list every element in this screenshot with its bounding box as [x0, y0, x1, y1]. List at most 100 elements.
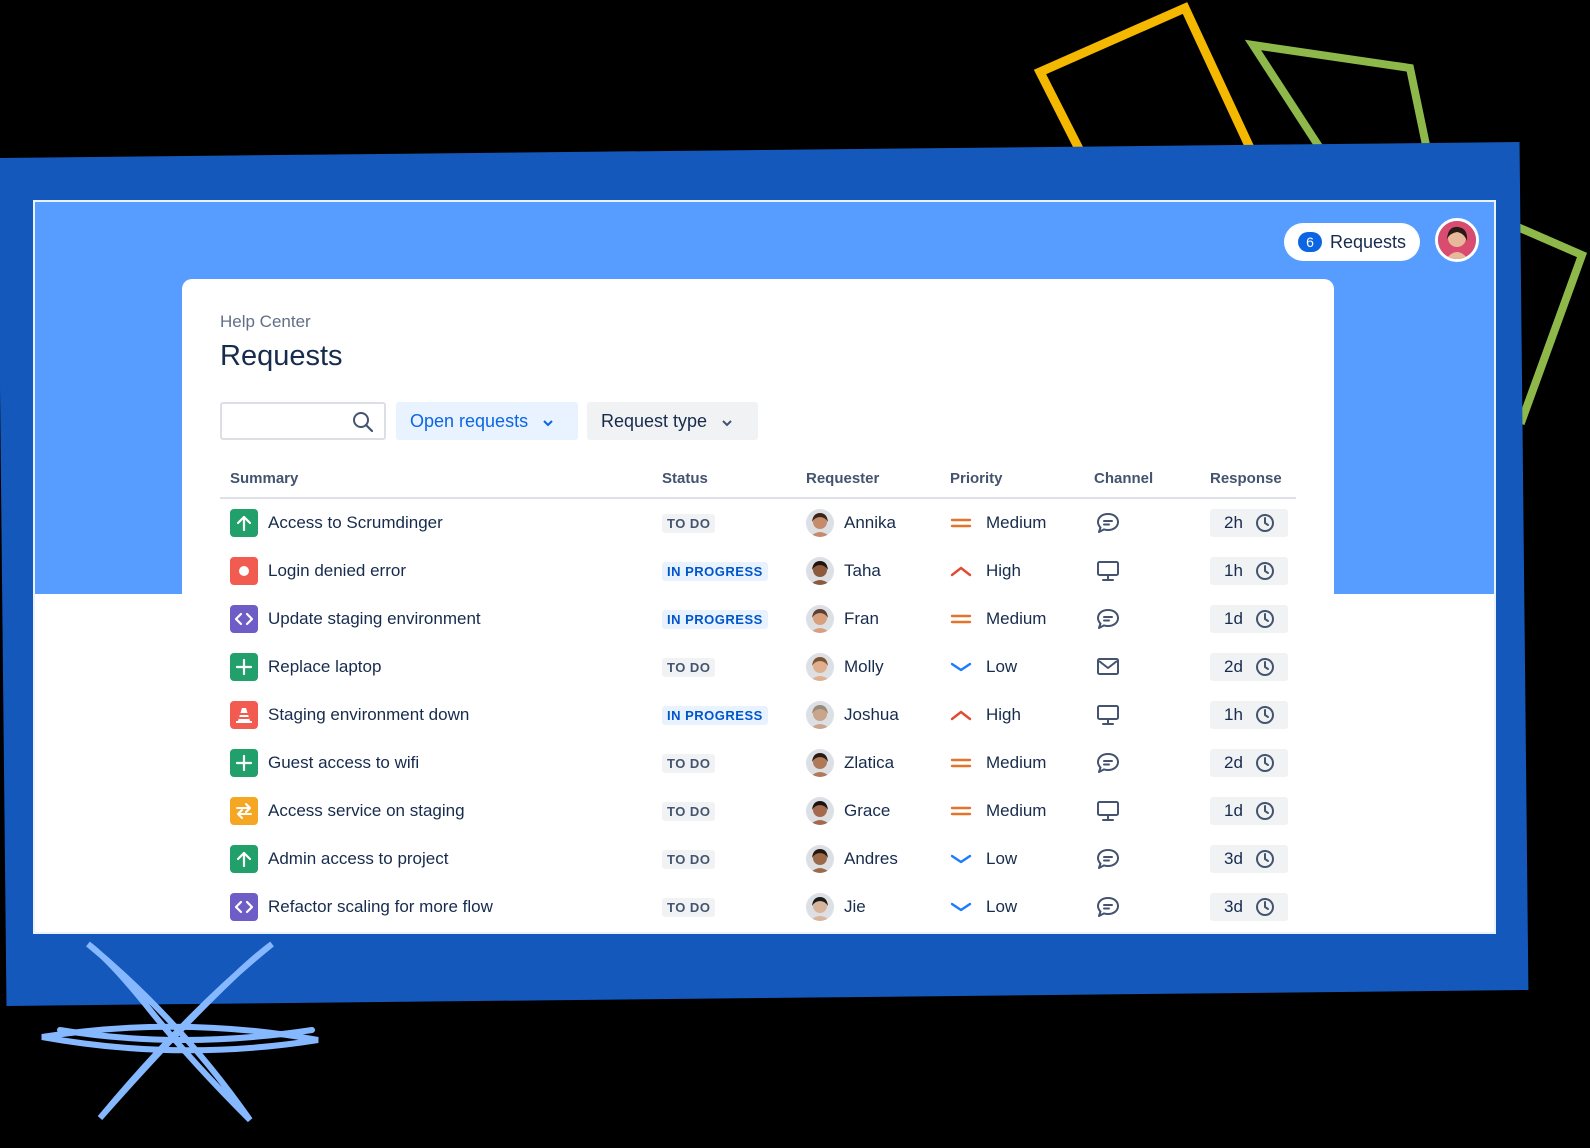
- response-cell: 3d: [1210, 835, 1288, 883]
- status-badge: TO DO: [662, 849, 716, 869]
- status-badge: IN PROGRESS: [662, 609, 768, 629]
- code-icon: [230, 893, 258, 921]
- clock-icon: [1255, 849, 1275, 869]
- status-cell: IN PROGRESS: [662, 595, 768, 643]
- requester-cell: Annika: [806, 499, 896, 547]
- summary-cell[interactable]: Admin access to project: [230, 835, 448, 883]
- request-summary[interactable]: Login denied error: [268, 561, 406, 581]
- table-row[interactable]: Update staging environment IN PROGRESS F…: [220, 595, 1296, 643]
- summary-cell[interactable]: Replace laptop: [230, 643, 381, 691]
- response-badge: 1d: [1210, 797, 1288, 825]
- column-response[interactable]: Response: [1210, 470, 1282, 487]
- request-summary[interactable]: Replace laptop: [268, 657, 381, 677]
- summary-cell[interactable]: Update staging environment: [230, 595, 481, 643]
- priority-cell: Low: [950, 835, 1017, 883]
- request-type-dropdown[interactable]: Request type: [587, 402, 758, 440]
- chat-icon: [1096, 512, 1120, 534]
- avatar: [806, 893, 834, 921]
- request-summary[interactable]: Guest access to wifi: [268, 753, 419, 773]
- summary-cell[interactable]: Staging environment down: [230, 691, 469, 739]
- requester-name: Taha: [844, 561, 881, 580]
- table-row[interactable]: Admin access to project TO DO Andres Low…: [220, 835, 1296, 883]
- requester-cell: Andres: [806, 835, 898, 883]
- requests-count-badge: 6: [1298, 232, 1322, 252]
- response-cell: 1h: [1210, 547, 1288, 595]
- summary-cell[interactable]: Guest access to wifi: [230, 739, 419, 787]
- requester-name: Fran: [844, 609, 879, 628]
- priority-cell: Medium: [950, 739, 1046, 787]
- summary-cell[interactable]: Access service on staging: [230, 787, 465, 835]
- channel-cell: [1096, 547, 1120, 595]
- table-row[interactable]: Staging environment down IN PROGRESS Jos…: [220, 691, 1296, 739]
- priority-low-icon: [950, 659, 972, 675]
- chat-icon: [1096, 896, 1120, 918]
- response-cell: 2d: [1210, 643, 1288, 691]
- table-row[interactable]: Access service on staging TO DO Grace Me…: [220, 787, 1296, 835]
- response-time: 2h: [1224, 513, 1243, 532]
- requester-name: Andres: [844, 849, 898, 868]
- summary-cell[interactable]: Login denied error: [230, 547, 406, 595]
- swap-icon: [230, 797, 258, 825]
- column-channel[interactable]: Channel: [1094, 470, 1153, 487]
- breadcrumb[interactable]: Help Center: [220, 312, 311, 332]
- request-summary[interactable]: Staging environment down: [268, 705, 469, 725]
- channel-cell: [1096, 835, 1120, 883]
- monitor-icon: [1096, 704, 1120, 726]
- summary-cell[interactable]: Refactor scaling for more flow: [230, 883, 493, 931]
- request-summary[interactable]: Access service on staging: [268, 801, 465, 821]
- table-row[interactable]: Replace laptop TO DO Molly Low 2d: [220, 643, 1296, 691]
- plus-icon: [230, 749, 258, 777]
- requests-label: Requests: [1329, 231, 1406, 252]
- channel-cell: [1096, 499, 1120, 547]
- avatar: [806, 701, 834, 729]
- response-badge: 1h: [1210, 701, 1288, 729]
- priority-label: Medium: [986, 513, 1047, 532]
- status-cell: TO DO: [662, 835, 716, 883]
- response-time: 1h: [1224, 561, 1243, 580]
- request-summary[interactable]: Update staging environment: [268, 609, 481, 629]
- priority-high-icon: [950, 707, 972, 723]
- requester-cell: Grace: [806, 787, 890, 835]
- priority-label: Low: [986, 897, 1018, 916]
- requester-cell: Zlatica: [806, 739, 894, 787]
- request-summary[interactable]: Admin access to project: [268, 849, 448, 869]
- response-badge: 2d: [1210, 749, 1288, 777]
- clock-icon: [1255, 657, 1275, 677]
- status-cell: TO DO: [662, 787, 716, 835]
- table-row[interactable]: Access to Scrumdinger TO DO Annika Mediu…: [220, 499, 1296, 547]
- priority-cell: Medium: [950, 787, 1046, 835]
- request-summary[interactable]: Refactor scaling for more flow: [268, 897, 493, 917]
- table-header: Summary Status Requester Priority Channe…: [220, 467, 1296, 499]
- requests-count-button[interactable]: 6 Requests: [1284, 223, 1420, 261]
- status-badge: IN PROGRESS: [662, 705, 768, 725]
- summary-cell[interactable]: Access to Scrumdinger: [230, 499, 443, 547]
- avatar: [806, 653, 834, 681]
- avatar: [806, 605, 834, 633]
- response-time: 2d: [1224, 657, 1243, 676]
- column-status[interactable]: Status: [662, 470, 708, 487]
- requester-name: Annika: [844, 513, 896, 532]
- column-summary[interactable]: Summary: [230, 470, 298, 487]
- table-row[interactable]: Guest access to wifi TO DO Zlatica Mediu…: [220, 739, 1296, 787]
- channel-cell: [1096, 595, 1120, 643]
- plus-icon: [230, 653, 258, 681]
- table-row[interactable]: Login denied error IN PROGRESS Taha High…: [220, 547, 1296, 595]
- priority-high-icon: [950, 563, 972, 579]
- priority-cell: High: [950, 547, 1021, 595]
- column-priority[interactable]: Priority: [950, 470, 1003, 487]
- response-time: 1h: [1224, 705, 1243, 724]
- table-row[interactable]: Refactor scaling for more flow TO DO Jie…: [220, 883, 1296, 931]
- response-cell: 1d: [1210, 595, 1288, 643]
- priority-low-icon: [950, 899, 972, 915]
- monitor-icon: [1096, 560, 1120, 582]
- search-input[interactable]: [220, 402, 386, 440]
- user-avatar[interactable]: [1435, 218, 1479, 262]
- priority-label: Medium: [986, 609, 1047, 628]
- request-summary[interactable]: Access to Scrumdinger: [268, 513, 443, 533]
- channel-cell: [1096, 787, 1120, 835]
- column-requester[interactable]: Requester: [806, 470, 879, 487]
- response-badge: 3d: [1210, 893, 1288, 921]
- priority-label: Medium: [986, 801, 1047, 820]
- requester-cell: Joshua: [806, 691, 899, 739]
- open-requests-dropdown[interactable]: Open requests: [396, 402, 578, 440]
